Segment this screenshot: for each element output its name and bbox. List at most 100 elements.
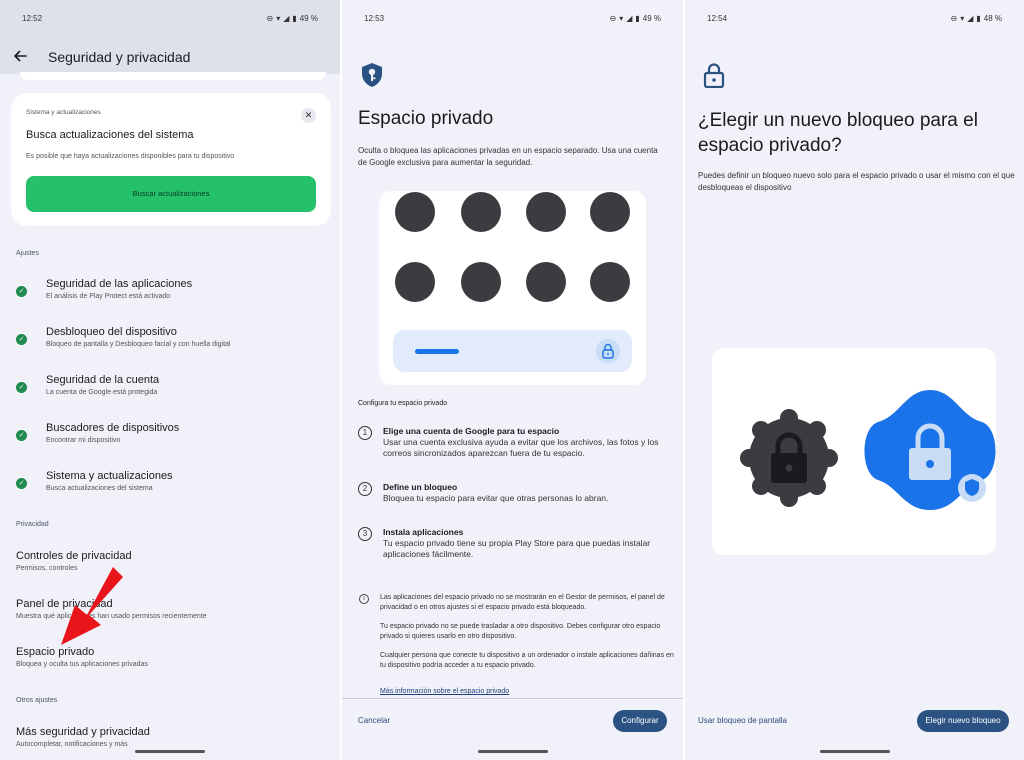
setting-subtitle: El análisis de Play Protect está activad… bbox=[46, 293, 171, 300]
shield-key-icon bbox=[362, 63, 382, 87]
status-time: 12:52 bbox=[22, 14, 43, 23]
app-dot bbox=[526, 192, 566, 232]
setting-privacy-dashboard[interactable]: Panel de privacidad Muestra qué aplicaci… bbox=[0, 596, 340, 636]
lock-icon bbox=[596, 339, 620, 363]
use-screen-lock-button[interactable]: Usar bloqueo de pantalla bbox=[698, 716, 787, 725]
close-icon[interactable]: ✕ bbox=[301, 108, 316, 123]
card-title: Busca actualizaciones del sistema bbox=[26, 129, 194, 141]
setting-subtitle: Busca actualizaciones del sistema bbox=[46, 485, 153, 492]
info-icon: i bbox=[359, 594, 369, 604]
choose-lock-screen: 12:54 ⊖ ▾ ◢ ▮ 48 % ¿Elegir un nuevo bloq… bbox=[685, 0, 1024, 760]
step-description: Bloquea tu espacio para evitar que otras… bbox=[383, 493, 609, 503]
setting-device-finders[interactable]: ✓ Buscadores de dispositivos Encontrar m… bbox=[0, 420, 340, 460]
check-circle-icon: ✓ bbox=[16, 382, 27, 393]
card-edge bbox=[20, 72, 326, 80]
gesture-bar[interactable] bbox=[819, 750, 890, 753]
setting-more-security[interactable]: Más seguridad y privacidad Autocompletar… bbox=[0, 724, 340, 760]
setting-private-space[interactable]: Espacio privado Bloquea y oculta tus apl… bbox=[0, 644, 340, 684]
learn-more-link[interactable]: Más información sobre el espacio privado bbox=[380, 688, 509, 695]
setting-system-updates[interactable]: ✓ Sistema y actualizaciones Busca actual… bbox=[0, 468, 340, 508]
setting-title: Desbloqueo del dispositivo bbox=[46, 326, 177, 338]
device-lock-badge bbox=[740, 409, 838, 507]
divider bbox=[342, 698, 683, 699]
step-number: 2 bbox=[358, 482, 372, 496]
signal-icon: ◢ bbox=[626, 13, 633, 23]
info-note: Tu espacio privado no se puede trasladar… bbox=[380, 623, 661, 640]
setting-subtitle: Bloqueo de pantalla y Desbloqueo facial … bbox=[46, 341, 231, 348]
setting-title: Seguridad de la cuenta bbox=[46, 374, 160, 386]
battery-icon: ▮ bbox=[976, 13, 981, 23]
status-time: 12:53 bbox=[364, 14, 385, 23]
signal-icon: ◢ bbox=[967, 13, 974, 23]
setting-device-unlock[interactable]: ✓ Desbloqueo del dispositivo Bloqueo de … bbox=[0, 324, 340, 364]
dnd-icon: ⊖ bbox=[609, 13, 617, 23]
screen-title: ¿Elegir un nuevo bloqueo para el espacio… bbox=[698, 110, 978, 156]
dnd-icon: ⊖ bbox=[266, 13, 274, 23]
setting-app-security[interactable]: ✓ Seguridad de las aplicaciones El análi… bbox=[0, 276, 340, 316]
check-circle-icon: ✓ bbox=[16, 334, 27, 345]
lock-icon bbox=[703, 63, 725, 88]
status-bar: 12:54 ⊖ ▾ ◢ ▮ 48 % bbox=[685, 14, 1024, 26]
app-dot bbox=[461, 192, 501, 232]
dnd-icon: ⊖ bbox=[950, 13, 958, 23]
red-arrow-annotation bbox=[61, 567, 123, 645]
screen-description: Puedes definir un bloqueo nuevo solo par… bbox=[698, 171, 1015, 192]
private-space-intro-screen: 12:53 ⊖ ▾ ◢ ▮ 49 % Espacio privado Ocult… bbox=[342, 0, 683, 760]
setting-privacy-controls[interactable]: Controles de privacidad Permisos, contro… bbox=[0, 548, 340, 588]
step-title: Elige una cuenta de Google para tu espac… bbox=[383, 426, 560, 436]
section-label-otros: Otros ajustes bbox=[16, 697, 58, 704]
card-description: Es posible que haya actualizaciones disp… bbox=[26, 153, 235, 160]
step-title: Define un bloqueo bbox=[383, 482, 458, 492]
setup-heading: Configura tu espacio privado bbox=[358, 400, 448, 407]
app-grid-illustration bbox=[379, 191, 646, 385]
battery-icon: ▮ bbox=[635, 13, 640, 23]
screen-description: Oculta o bloquea las aplicaciones privad… bbox=[358, 146, 658, 167]
signal-icon: ◢ bbox=[283, 13, 290, 23]
wifi-icon: ▾ bbox=[276, 13, 281, 23]
setting-subtitle: Autocompletar, notificaciones y más bbox=[16, 741, 128, 748]
setting-subtitle: Encontrar mi dispositivo bbox=[46, 437, 121, 444]
app-dot bbox=[395, 192, 435, 232]
setting-account-security[interactable]: ✓ Seguridad de la cuenta La cuenta de Go… bbox=[0, 372, 340, 412]
status-bar: 12:52 ⊖ ▾ ◢ ▮ 49 % bbox=[0, 14, 340, 26]
update-suggestion-card: Sistema y actualizaciones Busca actualiz… bbox=[11, 93, 331, 226]
info-note: Cualquier persona que conecte tu disposi… bbox=[380, 652, 674, 669]
app-dot bbox=[395, 262, 435, 302]
configure-button[interactable]: Configurar bbox=[613, 710, 667, 732]
setting-title: Sistema y actualizaciones bbox=[46, 470, 173, 482]
battery-icon: ▮ bbox=[292, 13, 297, 23]
app-dot bbox=[526, 262, 566, 302]
wifi-icon: ▾ bbox=[619, 13, 624, 23]
check-circle-icon: ✓ bbox=[16, 286, 27, 297]
choose-new-lock-button[interactable]: Elegir nuevo bloqueo bbox=[917, 710, 1009, 732]
private-lock-badge bbox=[864, 390, 996, 510]
info-note: Las aplicaciones del espacio privado no … bbox=[380, 594, 665, 611]
locked-space-bar bbox=[393, 330, 632, 372]
gesture-bar[interactable] bbox=[135, 750, 205, 753]
section-label-privacidad: Privacidad bbox=[16, 521, 49, 528]
gesture-bar[interactable] bbox=[477, 750, 548, 753]
page-title: Seguridad y privacidad bbox=[48, 49, 191, 65]
app-dot bbox=[590, 262, 630, 302]
battery-level: 49 % bbox=[299, 14, 318, 23]
setting-title: Buscadores de dispositivos bbox=[46, 422, 180, 434]
battery-level: 49 % bbox=[642, 14, 661, 23]
section-label-ajustes: Ajustes bbox=[16, 250, 39, 257]
screen-title: Espacio privado bbox=[358, 108, 494, 129]
step-number: 3 bbox=[358, 527, 372, 541]
check-updates-button[interactable]: Buscar actualizaciones bbox=[26, 176, 316, 212]
lock-options-illustration bbox=[712, 348, 996, 555]
setting-title: Más seguridad y privacidad bbox=[16, 726, 150, 738]
bar-line bbox=[415, 349, 459, 354]
setting-subtitle: Bloquea y oculta tus aplicaciones privad… bbox=[16, 661, 148, 668]
back-arrow-icon[interactable] bbox=[12, 48, 28, 64]
setting-title: Seguridad de las aplicaciones bbox=[46, 278, 193, 290]
status-bar: 12:53 ⊖ ▾ ◢ ▮ 49 % bbox=[342, 14, 683, 26]
step-description: Usar una cuenta exclusiva ayuda a evitar… bbox=[383, 437, 659, 458]
step-number: 1 bbox=[358, 426, 372, 440]
check-circle-icon: ✓ bbox=[16, 430, 27, 441]
setting-title: Controles de privacidad bbox=[16, 550, 132, 562]
cancel-button[interactable]: Cancelar bbox=[358, 716, 390, 725]
app-dot bbox=[461, 262, 501, 302]
step-description: Tu espacio privado tiene su propia Play … bbox=[383, 538, 651, 559]
